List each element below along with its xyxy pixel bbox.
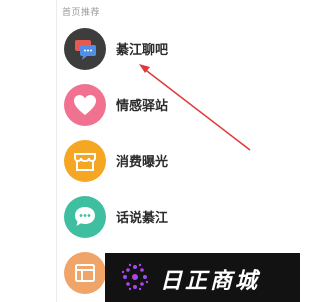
watermark-logo-icon	[121, 263, 149, 291]
watermark: 日正商城	[105, 253, 300, 302]
watermark-text: 日正商城	[160, 269, 261, 294]
screen: 首页推荐 綦江聊吧 情感驿站 消费曝光 话说綦江 日正商城	[0, 0, 300, 302]
